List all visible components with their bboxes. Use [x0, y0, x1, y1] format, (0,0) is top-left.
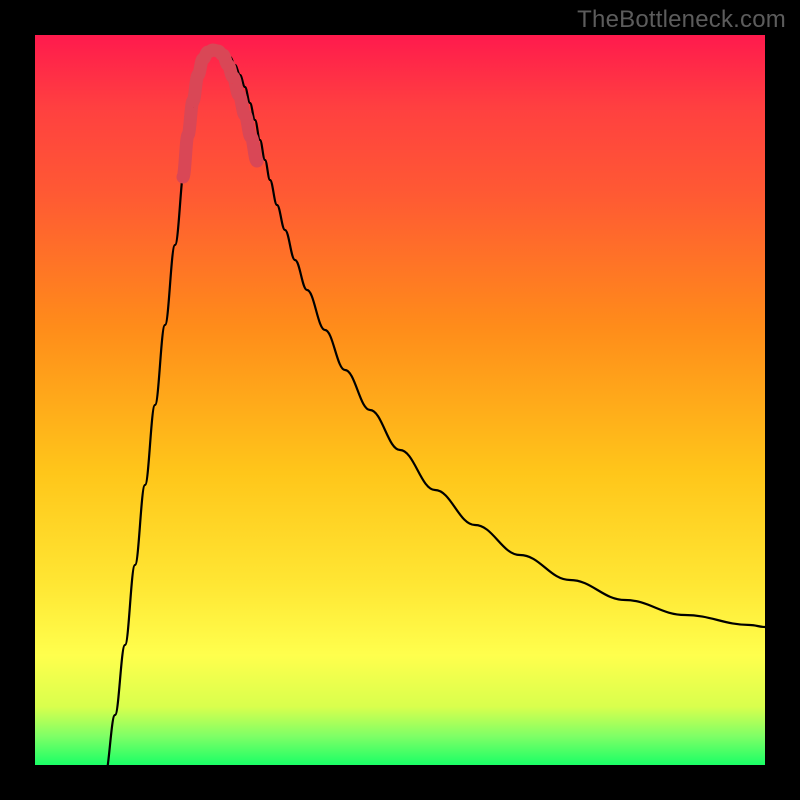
chart-stage: TheBottleneck.com [0, 0, 800, 800]
watermark-label: TheBottleneck.com [577, 6, 786, 34]
curve-layer [35, 35, 765, 765]
marker-curve [183, 50, 257, 177]
plot-area [35, 35, 765, 765]
main-curve [105, 50, 765, 765]
